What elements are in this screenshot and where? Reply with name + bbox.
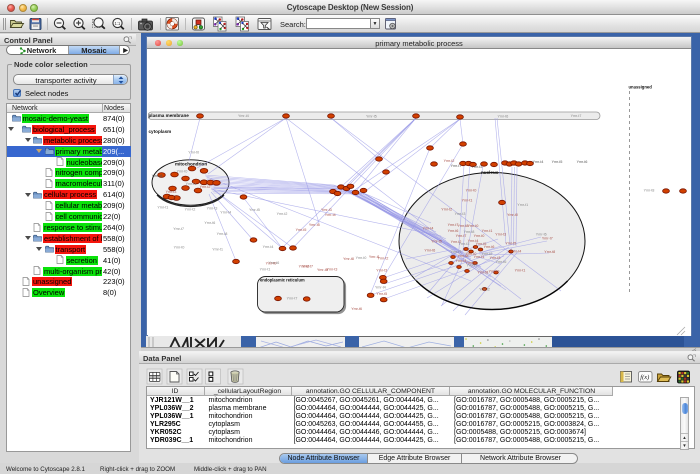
svg-text:Ymr-t2: Ymr-t2: [299, 264, 310, 268]
svg-text:Ymr-t8: Ymr-t8: [152, 174, 163, 178]
svg-text:Ymr-t5: Ymr-t5: [296, 228, 307, 232]
svg-text:Ymr-t6: Ymr-t6: [351, 307, 362, 311]
svg-text:Ymr-t7: Ymr-t7: [542, 237, 553, 241]
svg-text:Ymr-t4: Ymr-t4: [220, 210, 231, 214]
svg-text:Ymr-t0: Ymr-t0: [188, 151, 199, 155]
svg-text:Ymr-t1: Ymr-t1: [157, 206, 168, 210]
svg-text:Ymr-t4: Ymr-t4: [263, 245, 274, 249]
svg-text:Ymr-t5: Ymr-t5: [366, 115, 377, 119]
svg-text:Ymr-t5: Ymr-t5: [552, 160, 563, 164]
svg-text:Ymr-t7: Ymr-t7: [173, 227, 184, 231]
svg-text:Ymr-t4: Ymr-t4: [238, 114, 249, 118]
svg-text:Ymr-t8: Ymr-t8: [644, 188, 655, 192]
svg-text:plasma membrane: plasma membrane: [149, 113, 190, 118]
svg-text:Ymr-t2: Ymr-t2: [200, 185, 211, 189]
svg-text:Ymr-t1: Ymr-t1: [212, 248, 223, 252]
svg-text:Ymr-t1: Ymr-t1: [482, 229, 493, 233]
svg-text:Ymr-t1: Ymr-t1: [260, 268, 271, 272]
svg-text:Ymr-t7: Ymr-t7: [287, 296, 298, 300]
svg-text:Ymr-t5: Ymr-t5: [309, 223, 320, 227]
svg-text:Ymr-t4: Ymr-t4: [533, 160, 544, 164]
svg-text:Ymr-t6: Ymr-t6: [498, 115, 509, 119]
svg-text:Ymr-t4: Ymr-t4: [511, 250, 522, 254]
svg-text:unassigned: unassigned: [629, 85, 653, 90]
svg-text:Ymr-t3: Ymr-t3: [207, 207, 218, 211]
svg-text:mitochondrion: mitochondrion: [175, 162, 207, 167]
svg-text:Ymr-t0: Ymr-t0: [356, 256, 367, 260]
svg-text:cytoplasm: cytoplasm: [149, 129, 172, 134]
svg-text:Ymr-t6: Ymr-t6: [424, 249, 435, 253]
svg-text:Ymr-t6: Ymr-t6: [448, 229, 459, 233]
svg-text:Ymr-t8: Ymr-t8: [477, 270, 488, 274]
svg-text:Ymr-t5: Ymr-t5: [376, 292, 387, 296]
svg-text:nucleus: nucleus: [481, 170, 499, 175]
svg-text:Ymr-t1: Ymr-t1: [515, 269, 526, 273]
svg-text:Ymr-t0: Ymr-t0: [507, 213, 518, 217]
svg-text:Ymr-t8: Ymr-t8: [544, 250, 555, 254]
svg-text:Ymr-t3: Ymr-t3: [495, 233, 506, 237]
svg-text:Ymr-t1: Ymr-t1: [462, 199, 473, 203]
svg-text:Ymr-t7: Ymr-t7: [456, 234, 467, 238]
svg-text:Ymr-t3: Ymr-t3: [472, 165, 483, 169]
svg-text:Ymr-t0: Ymr-t0: [266, 261, 277, 265]
svg-text:Ymr-t1: Ymr-t1: [186, 182, 197, 186]
svg-text:Ymr-t5: Ymr-t5: [505, 242, 516, 246]
svg-text:Ymr-t0: Ymr-t0: [177, 170, 188, 174]
svg-text:Ymr-t2: Ymr-t2: [441, 207, 452, 211]
svg-text:Ymr-t3: Ymr-t3: [455, 212, 466, 216]
svg-text:Ymr-t3: Ymr-t3: [321, 208, 332, 212]
svg-text:Ymr-t2: Ymr-t2: [378, 257, 389, 261]
svg-text:Ymr-t2: Ymr-t2: [479, 287, 490, 291]
svg-text:Ymr-t1: Ymr-t1: [517, 203, 528, 207]
svg-text:Ymr-t6: Ymr-t6: [496, 260, 507, 264]
svg-text:Ymr-t2: Ymr-t2: [444, 159, 455, 163]
svg-text:Ymr-t3: Ymr-t3: [327, 268, 338, 272]
svg-text:f(x): f(x): [640, 374, 649, 381]
svg-text:Ymr-t7: Ymr-t7: [571, 114, 582, 118]
svg-text:Ymr-t3: Ymr-t3: [376, 269, 387, 273]
svg-text:endoplasmic reticulum: endoplasmic reticulum: [260, 278, 305, 283]
svg-text:Ymr-t5: Ymr-t5: [466, 261, 477, 265]
svg-text:Ymr-t8: Ymr-t8: [217, 232, 228, 236]
svg-text:Ymr-t3: Ymr-t3: [166, 190, 177, 194]
svg-text:Ymr-t4: Ymr-t4: [423, 227, 434, 231]
svg-text:Ymr-t7: Ymr-t7: [451, 164, 462, 168]
svg-text:Ymr-t6: Ymr-t6: [484, 245, 495, 249]
svg-text:Ymr-t0: Ymr-t0: [468, 224, 479, 228]
svg-text:Ymr-t0: Ymr-t0: [474, 234, 485, 238]
svg-text:Ymr-t4: Ymr-t4: [375, 285, 386, 289]
svg-text:Ymr-t5: Ymr-t5: [249, 208, 260, 212]
svg-text:Ymr-t2: Ymr-t2: [277, 212, 288, 216]
svg-text:Ymr-t8: Ymr-t8: [343, 257, 354, 261]
svg-text:1:1: 1:1: [115, 21, 121, 26]
svg-text:Ymr-t0: Ymr-t0: [466, 188, 477, 192]
svg-text:Ymr-t0: Ymr-t0: [174, 245, 185, 249]
svg-text:Ymr-t2: Ymr-t2: [185, 208, 196, 212]
svg-text:Ymr-t6: Ymr-t6: [577, 160, 588, 164]
svg-text:Ymr-t4: Ymr-t4: [325, 213, 336, 217]
svg-text:Ymr-t5: Ymr-t5: [431, 239, 442, 243]
svg-text:Ymr-t6: Ymr-t6: [204, 221, 215, 225]
svg-text:Ymr-t0: Ymr-t0: [489, 269, 500, 273]
